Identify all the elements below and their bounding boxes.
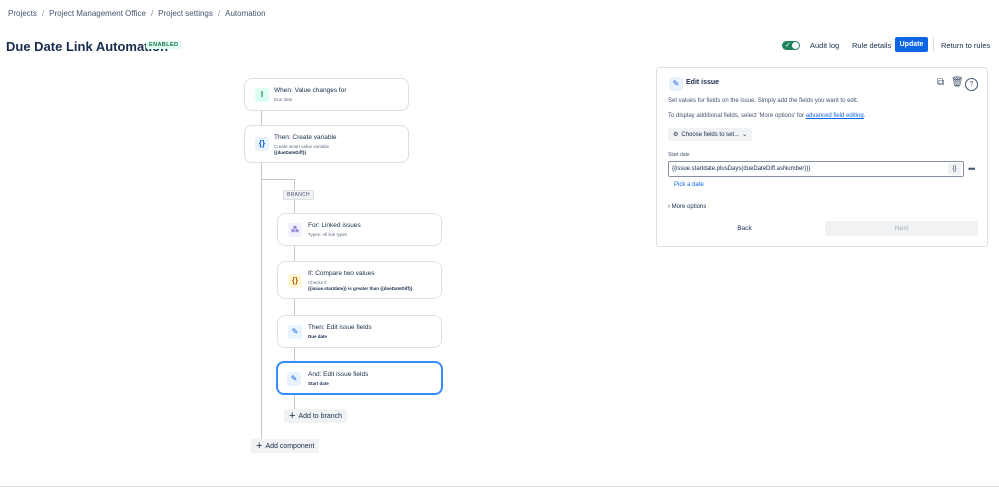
braces-icon: {} [288,274,302,288]
condition-card[interactable]: {} If: Compare two values Checks if {{is… [277,261,442,299]
update-button[interactable]: Update [895,37,928,52]
braces-icon: {} [255,137,269,151]
variable-title: Then: Create variable [274,134,337,141]
edit2-sub: Start date [308,381,329,386]
breadcrumb-automation[interactable]: Automation [225,9,265,18]
trigger-card[interactable]: Ι When: Value changes for Due date [244,78,409,111]
create-variable-card[interactable]: {} Then: Create variable Create smart va… [244,125,409,163]
add-to-branch-label: Add to branch [298,412,343,420]
start-date-input[interactable]: {{issue.startdate.plusDays(dueDateDiff.a… [668,161,964,177]
panel-title: Edit issue [686,79,720,86]
connector [261,163,262,446]
check-icon: ✓ [785,42,791,49]
status-badge: ENABLED [146,41,182,49]
more-options-label: More options [671,204,707,210]
trigger-title: When: Value changes for [274,87,347,94]
plus-icon: + [256,440,263,452]
connector [261,110,262,126]
add-component-button[interactable]: + Add component [251,439,320,453]
chevron-down-icon: ⌄ [742,132,748,138]
branch-label: BRANCH [283,190,314,200]
plus-icon: + [289,410,296,422]
pencil-icon: ✎ [287,372,301,386]
add-component-label: Add component [265,442,315,450]
breadcrumb: Projects / Project Management Office / Pro… [8,9,266,18]
smart-value-button[interactable]: {} [948,163,961,175]
breadcrumb-projects[interactable]: Projects [8,9,37,18]
breadcrumb-project[interactable]: Project Management Office [49,9,146,18]
edit-fields-card[interactable]: ✎ Then: Edit issue fields Due date [277,315,442,348]
branch-sub: Types: All link types [308,232,348,237]
page-divider [0,486,999,487]
page-title: Due Date Link Automation [6,39,169,54]
choose-fields-dropdown[interactable]: ⚙ Choose fields to set... ⌄ [668,128,753,141]
variable-sub: Create smart value variable [274,144,330,149]
edit-issue-panel: ✎ Edit issue ⧉ 🗑 ? Set values for fields… [656,67,988,247]
advanced-field-editing-link[interactable]: advanced field editing [806,113,864,119]
rule-enabled-toggle[interactable]: ✓ [782,41,800,50]
branch-rule-card[interactable]: ⁂ For: Linked issues Types: All link typ… [277,213,442,246]
start-date-value: {{issue.startdate.plusDays(dueDateDiff.a… [672,166,811,172]
branch-title: For: Linked issues [308,222,361,229]
panel-desc-1: Set values for fields on the issue. Simp… [668,98,859,104]
condition-title: If: Compare two values [308,270,375,277]
back-button[interactable]: Back [668,221,821,236]
edit1-sub: Due date [308,334,328,339]
rule-details-link[interactable]: Rule details [852,41,891,50]
header-divider [933,37,934,52]
add-to-branch-button[interactable]: + Add to branch [284,409,348,423]
toggle-knob [792,42,799,49]
audit-log-link[interactable]: Audit log [810,41,839,50]
chevron-right-icon: › [668,204,670,210]
connector [261,179,294,180]
condition-sub: Checks if [308,280,327,285]
next-button[interactable]: Next [825,221,978,236]
field-label: Start date [668,152,690,158]
return-to-rules-link[interactable]: Return to rules [941,41,990,50]
copy-icon[interactable]: ⧉ [937,77,944,88]
panel-desc-2: To display additional fields, select 'Mo… [668,113,866,119]
pencil-icon: ✎ [669,77,683,91]
trigger-sub: Due date [274,97,293,102]
edit1-title: Then: Edit issue fields [308,324,372,331]
gear-icon: ⚙ [673,132,679,138]
breadcrumb-settings[interactable]: Project settings [158,9,213,18]
variable-name: {{dueDateDiff}} [274,150,307,155]
pick-date-link[interactable]: Pick a date [674,182,704,188]
edit-fields-card-selected[interactable]: ✎ And: Edit issue fields Start date [276,361,443,395]
text-cursor-icon: Ι [255,88,269,102]
choose-fields-label: Choose fields to set... [681,131,740,138]
hierarchy-icon: ⁂ [288,223,302,237]
pencil-icon: ✎ [288,325,302,339]
condition-detail: {{issue.startdate}} is greater than {{du… [308,286,413,291]
more-actions-icon[interactable]: ••• [968,164,976,174]
more-options-toggle[interactable]: › More options [668,204,706,210]
edit2-title: And: Edit issue fields [308,371,369,378]
trash-icon[interactable]: 🗑 [951,77,964,88]
help-icon[interactable]: ? [965,78,978,91]
